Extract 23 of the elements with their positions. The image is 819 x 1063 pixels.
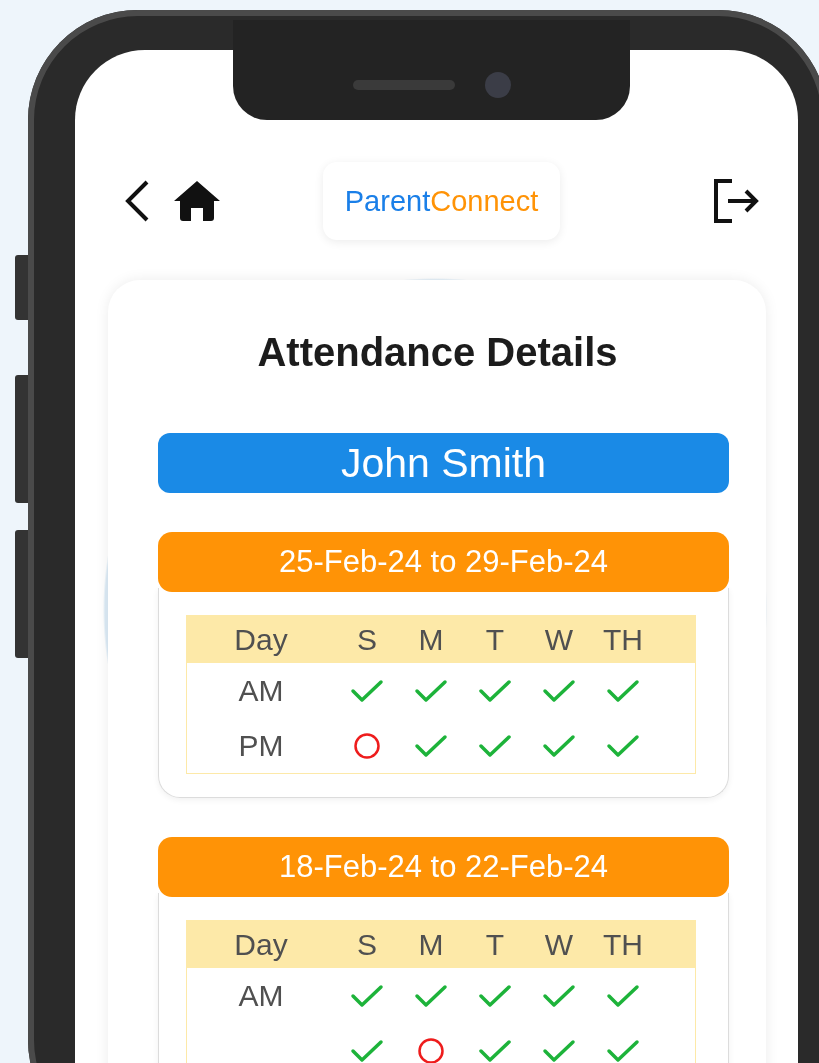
column-header: T bbox=[485, 622, 505, 657]
logout-icon[interactable] bbox=[712, 178, 760, 224]
page-title: Attendance Details bbox=[256, 329, 619, 375]
back-icon[interactable] bbox=[123, 179, 151, 223]
column-header: W bbox=[544, 622, 574, 657]
app-logo: ParentConnect bbox=[322, 162, 561, 240]
student-name: John Smith bbox=[158, 433, 729, 493]
column-header: T bbox=[485, 927, 505, 962]
column-header: S bbox=[357, 622, 377, 657]
column-header: TH bbox=[603, 927, 643, 962]
session-label: AM bbox=[238, 978, 284, 1013]
column-header: S bbox=[357, 927, 377, 962]
week-range-header: 18-Feb-24 to 22-Feb-24 bbox=[158, 837, 729, 897]
column-header: W bbox=[544, 927, 574, 962]
column-header: Day bbox=[234, 927, 288, 962]
column-header: TH bbox=[603, 622, 643, 657]
session-label: PM bbox=[238, 728, 284, 763]
column-header: M bbox=[418, 927, 444, 962]
session-label: AM bbox=[238, 673, 284, 708]
column-header: Day bbox=[234, 622, 288, 657]
column-header: M bbox=[418, 622, 444, 657]
home-icon[interactable] bbox=[173, 180, 221, 222]
week-range-header: 25-Feb-24 to 29-Feb-24 bbox=[158, 532, 729, 592]
